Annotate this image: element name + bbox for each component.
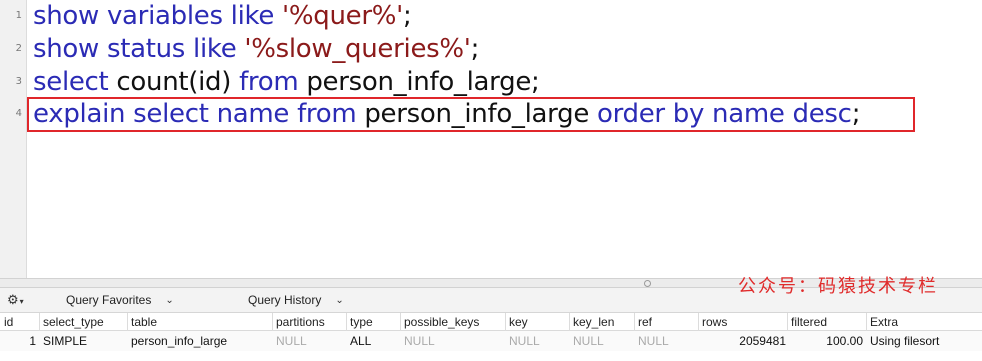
column-header[interactable]: ref [638, 315, 652, 329]
highlight-box [27, 97, 915, 132]
code-text: select count(id) from person_info_large; [33, 66, 540, 99]
code-token: count(id) [116, 67, 240, 97]
table-row[interactable]: 1 SIMPLE person_info_large NULL ALL NULL NULL N… [0, 331, 982, 351]
splitter-handle-icon[interactable] [644, 280, 651, 287]
line-number: 4 [15, 108, 22, 119]
column-header[interactable]: id [4, 315, 13, 329]
column-separator[interactable] [505, 313, 506, 331]
column-header[interactable]: table [131, 315, 157, 329]
table-cell[interactable]: NULL [404, 334, 435, 348]
column-separator[interactable] [866, 313, 867, 331]
caret-down-icon: ▾ [19, 297, 24, 306]
column-header[interactable]: filtered [791, 315, 827, 329]
column-header[interactable]: key_len [573, 315, 614, 329]
table-cell[interactable]: Using filesort [870, 334, 939, 348]
column-header[interactable]: partitions [276, 315, 325, 329]
code-line[interactable]: 2 show status like '%slow_queries%'; [0, 33, 982, 66]
code-token: select [33, 67, 117, 97]
code-text: show variables like '%quer%'; [33, 0, 412, 33]
table-cell[interactable]: NULL [509, 334, 540, 348]
code-text: show status like '%slow_queries%'; [33, 33, 479, 66]
column-separator[interactable] [127, 313, 128, 331]
column-header[interactable]: rows [702, 315, 727, 329]
chevron-down-icon: ⌄ [335, 294, 344, 306]
gear-menu-button[interactable]: ⚙▾ [7, 292, 24, 308]
table-cell[interactable]: NULL [573, 334, 604, 348]
code-token: ; [470, 34, 480, 64]
column-header[interactable]: key [509, 315, 528, 329]
results-header: id select_type table partitions type possible… [0, 313, 982, 331]
code-token: '%quer%' [282, 1, 403, 31]
gear-icon: ⚙ [7, 292, 19, 307]
table-cell[interactable]: NULL [638, 334, 669, 348]
code-line[interactable]: 3 select count(id) from person_info_large… [0, 66, 982, 99]
code-token: show variables like [33, 1, 282, 31]
line-number: 1 [15, 10, 22, 21]
column-header[interactable]: Extra [870, 315, 898, 329]
table-cell[interactable]: ALL [350, 334, 371, 348]
results-grid[interactable]: id select_type table partitions type possible… [0, 313, 982, 361]
table-cell[interactable]: 1 [29, 334, 36, 348]
table-cell[interactable]: NULL [276, 334, 307, 348]
sql-editor[interactable]: 1 show variables like '%quer%'; 2 show stat… [0, 0, 982, 278]
column-separator[interactable] [569, 313, 570, 331]
column-separator[interactable] [787, 313, 788, 331]
query-history-label: Query History [248, 293, 322, 307]
line-number: 3 [15, 76, 22, 87]
column-separator[interactable] [634, 313, 635, 331]
line-number: 2 [15, 43, 22, 54]
code-token: show status like [33, 34, 245, 64]
table-cell[interactable]: person_info_large [131, 334, 227, 348]
code-token: '%slow_queries%' [244, 34, 471, 64]
code-token: ; [402, 1, 412, 31]
column-separator[interactable] [272, 313, 273, 331]
column-separator[interactable] [346, 313, 347, 331]
column-separator[interactable] [400, 313, 401, 331]
column-header[interactable]: possible_keys [404, 315, 479, 329]
code-token: person_info_large; [306, 67, 540, 97]
table-cell[interactable]: 100.00 [826, 334, 863, 348]
code-line[interactable]: 1 show variables like '%quer%'; [0, 0, 982, 33]
query-favorites-label: Query Favorites [66, 293, 152, 307]
query-favorites-button[interactable]: Query Favorites ⌄ [66, 293, 174, 307]
column-header[interactable]: type [350, 315, 373, 329]
table-cell[interactable]: 2059481 [739, 334, 786, 348]
code-token: from [239, 67, 307, 97]
column-header[interactable]: select_type [43, 315, 104, 329]
query-history-button[interactable]: Query History ⌄ [248, 293, 344, 307]
column-separator[interactable] [698, 313, 699, 331]
table-cell[interactable]: SIMPLE [43, 334, 87, 348]
watermark-text: 公众号：码猿技术专栏 [738, 276, 938, 297]
column-separator[interactable] [39, 313, 40, 331]
chevron-down-icon: ⌄ [165, 294, 174, 306]
